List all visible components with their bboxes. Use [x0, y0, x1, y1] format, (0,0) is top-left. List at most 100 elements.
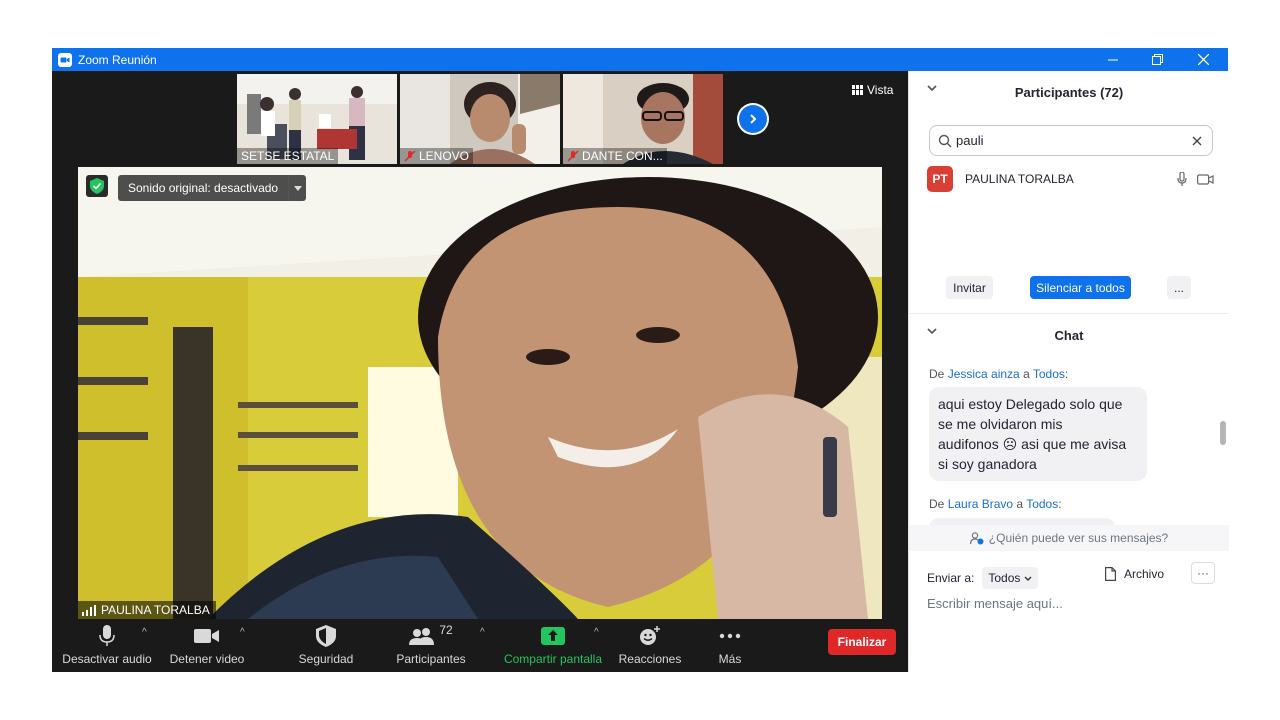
security-button[interactable]: Seguridad	[286, 623, 366, 666]
thumbnail-label: SETSE ESTATAL	[237, 148, 339, 164]
chat-scrollbar[interactable]	[1219, 361, 1227, 525]
participants-button[interactable]: 72 Participantes	[391, 623, 471, 666]
close-icon	[1197, 54, 1209, 65]
signal-bars-icon	[82, 604, 96, 616]
share-screen-icon	[541, 627, 565, 645]
audio-options-caret[interactable]: ^	[142, 627, 147, 638]
chevron-right-icon	[750, 114, 757, 124]
who-can-see-text: ¿Quién puede ver sus mensajes?	[988, 531, 1169, 545]
chat-message-bubble: aqui estoy Delegado solo que se me olvid…	[929, 387, 1147, 481]
video-camera-icon	[1197, 173, 1214, 185]
mute-audio-button[interactable]: Desactivar audio	[62, 623, 152, 666]
search-icon	[938, 134, 952, 147]
search-value: pauli	[956, 133, 984, 148]
share-options-caret[interactable]: ^	[594, 627, 599, 638]
from-prefix: De	[929, 367, 948, 381]
who-can-see-link[interactable]: ¿Quién puede ver sus mensajes?	[909, 525, 1229, 551]
chevron-down-icon[interactable]	[927, 85, 937, 92]
shield-icon	[316, 625, 336, 647]
view-button[interactable]: Vista	[852, 83, 893, 97]
minimize-button[interactable]	[1090, 48, 1136, 71]
microphone-icon	[1177, 171, 1187, 186]
to-word: a	[1013, 497, 1027, 511]
video-camera-icon	[194, 629, 219, 643]
sender-name[interactable]: Laura Bravo	[948, 497, 1013, 511]
original-sound-label: Sonido original: desactivado	[128, 181, 279, 195]
invite-button[interactable]: Invitar	[946, 276, 993, 299]
participant-search-input[interactable]: pauli	[929, 125, 1213, 156]
file-button[interactable]: Archivo	[1105, 567, 1164, 581]
restore-icon	[1151, 54, 1163, 65]
recipient-dropdown[interactable]: Todos	[982, 567, 1039, 589]
chat-message-bubble	[929, 518, 1115, 525]
scrollbar-thumb[interactable]	[1220, 421, 1226, 445]
muted-mic-icon	[404, 150, 416, 162]
message-line: si soy ganadora	[938, 456, 1037, 472]
smiley-plus-icon	[640, 626, 660, 645]
zoom-window: Zoom Reunión SETSE ESTATAL LENOVO DANTE …	[52, 48, 1229, 672]
participant-name: DANTE CON...	[582, 149, 663, 163]
stop-video-label: Detener video	[169, 652, 245, 666]
participant-thumbnail[interactable]: SETSE ESTATAL	[237, 74, 397, 164]
message-header: De Jessica ainza a Todos:	[929, 367, 1068, 381]
message-line: audifonos ☹ asi que me avisa	[938, 436, 1127, 452]
end-meeting-button[interactable]: Finalizar	[828, 629, 896, 655]
muted-mic-icon	[567, 150, 579, 162]
encryption-shield[interactable]	[86, 175, 108, 197]
file-icon	[1105, 567, 1116, 581]
chat-title: Chat	[1054, 327, 1084, 343]
reactions-button[interactable]: Reacciones	[610, 623, 690, 666]
chat-message-input[interactable]: Escribir mensaje aquí...	[927, 596, 1063, 611]
title-bar: Zoom Reunión	[52, 48, 1228, 71]
participant-name: LENOVO	[419, 149, 470, 163]
mute-all-button[interactable]: Silenciar a todos	[1030, 276, 1131, 299]
chat-messages: De Jessica ainza a Todos: aqui estoy Del…	[909, 361, 1229, 525]
microphone-icon	[99, 625, 115, 646]
more-button[interactable]: Más	[700, 623, 760, 666]
chevron-down-icon	[1024, 576, 1032, 581]
main-speaker-video[interactable]: Sonido original: desactivado PAULINA TOR…	[78, 167, 882, 619]
zoom-logo-icon	[58, 52, 72, 67]
share-screen-button[interactable]: Compartir pantalla	[500, 623, 606, 666]
clear-search-icon[interactable]	[1192, 136, 1202, 146]
participant-row[interactable]: PT PAULINA TORALBA	[927, 166, 1217, 192]
sender-name[interactable]: Jessica ainza	[948, 367, 1020, 381]
participant-thumbnail[interactable]: LENOVO	[400, 74, 560, 164]
meeting-toolbar: Desactivar audio ^ Detener video ^ Segur…	[52, 619, 908, 672]
side-panel: Participantes (72) pauli PT PAULINA TORA…	[908, 71, 1229, 672]
to-word: a	[1019, 367, 1033, 381]
recipient-value: Todos	[988, 571, 1021, 585]
participants-label: Participantes	[396, 652, 466, 666]
original-sound-toggle[interactable]: Sonido original: desactivado	[118, 175, 307, 201]
video-options-caret[interactable]: ^	[240, 627, 245, 638]
next-page-button[interactable]	[737, 103, 769, 135]
speaker-name: PAULINA TORALBA	[101, 603, 210, 617]
chat-more-button[interactable]: ···	[1191, 562, 1215, 584]
recipient-name[interactable]: Todos	[1026, 497, 1058, 511]
participants-icon	[409, 628, 435, 645]
stop-video-button[interactable]: Detener video	[162, 623, 252, 666]
more-dots-icon	[719, 633, 741, 639]
view-label: Vista	[867, 83, 894, 97]
participant-thumbnail[interactable]: DANTE CON...	[563, 74, 723, 164]
restore-button[interactable]	[1134, 48, 1180, 71]
from-prefix: De	[929, 497, 948, 511]
colon: :	[1058, 497, 1062, 511]
avatar: PT	[927, 166, 953, 192]
participant-name: PAULINA TORALBA	[965, 172, 1074, 186]
more-options-button[interactable]: ...	[1167, 276, 1191, 299]
original-sound-dropdown[interactable]	[288, 175, 306, 201]
window-title: Zoom Reunión	[78, 52, 157, 67]
recipient-name[interactable]: Todos	[1033, 367, 1065, 381]
person-info-icon	[969, 531, 984, 544]
chevron-down-icon[interactable]	[927, 328, 937, 335]
participants-options-caret[interactable]: ^	[480, 627, 485, 638]
shield-check-icon	[90, 178, 104, 194]
message-line: aqui estoy Delegado solo que	[938, 396, 1123, 412]
close-window-button[interactable]	[1180, 48, 1226, 71]
video-feed	[78, 167, 882, 619]
speaker-name-label: PAULINA TORALBA	[78, 601, 216, 619]
participant-name: SETSE ESTATAL	[241, 149, 335, 163]
participants-title: Participantes (72)	[1014, 84, 1124, 100]
send-to-label: Enviar a:	[927, 571, 975, 585]
